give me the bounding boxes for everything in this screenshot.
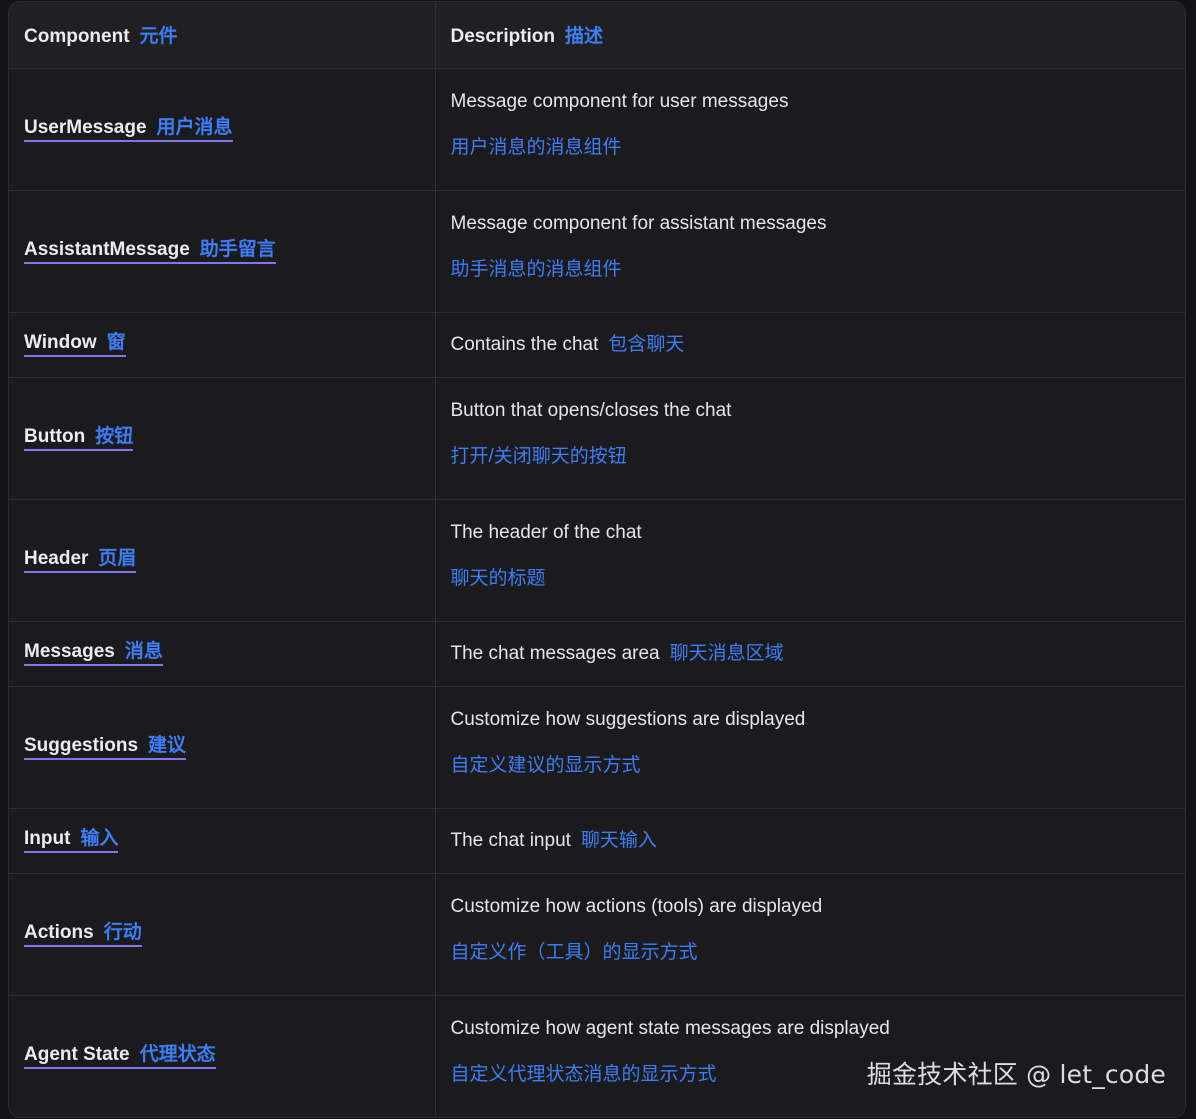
table-header-row: Component 元件 Description 描述 [9,2,1185,69]
component-link-assistantmessage[interactable]: AssistantMessage 助手留言 [24,239,276,264]
description-cell: Button that opens/closes the chat 打开/关闭聊… [434,377,1185,500]
component-name-zh: 窗 [106,332,126,353]
component-link-actions[interactable]: Actions 行动 [24,922,142,947]
description-text-zh: 聊天消息区域 [669,642,784,664]
components-table: Component 元件 Description 描述 UserMessage 用户消… [9,2,1185,1117]
component-name-zh: 建议 [148,734,187,756]
component-name: Window [24,332,97,353]
column-header-description-zh: 描述 [565,26,604,48]
component-name: UserMessage [24,116,147,138]
component-name: Agent State [24,1043,130,1065]
description-text-zh: 包含聊天 [608,333,685,355]
component-cell: Messages 消息 [9,621,435,687]
column-header-component-zh: 元件 [139,26,178,48]
table-row: Button 按钮 Button that opens/closes the ch… [9,377,1185,500]
description-cell: The chat input 聊天输入 [434,808,1185,874]
description-cell: Message component for assistant messages… [434,190,1185,313]
component-link-header[interactable]: Header 页眉 [24,547,137,573]
description-text: The chat input [450,829,571,851]
component-name-zh: 代理状态 [139,1043,216,1065]
component-name-zh: 按钮 [95,425,134,447]
description-text: Message component for assistant messages [450,212,827,234]
component-name-zh: 输入 [80,828,119,849]
table-row: Input 输入 The chat input 聊天输入 [9,808,1185,874]
table-row: Messages 消息 The chat messages area 聊天消息区域 [9,621,1185,687]
description-text: Button that opens/closes the chat [450,399,732,421]
table-row: Header 页眉 The header of the chat 聊天的标题 [9,499,1185,622]
description-text: The chat messages area [450,642,660,664]
description-text-zh: 打开/关闭聊天的按钮 [450,445,627,467]
component-cell: Actions 行动 [9,873,435,996]
component-name-zh: 助手留言 [199,238,276,260]
component-name: Header [24,547,89,569]
component-link-messages[interactable]: Messages 消息 [24,641,163,666]
description-text: Customize how suggestions are displayed [450,708,806,730]
component-link-window[interactable]: Window 窗 [24,332,126,357]
description-cell: Message component for user messages 用户消息… [434,68,1185,191]
component-link-input[interactable]: Input 输入 [24,828,119,853]
component-cell: UserMessage 用户消息 [9,68,435,191]
description-text-zh: 助手消息的消息组件 [450,258,622,280]
component-name: Button [24,425,86,447]
component-cell: Agent State 代理状态 [9,995,435,1117]
description-text-zh: 聊天输入 [580,829,657,851]
component-name: Messages [24,641,115,662]
watermark: 掘金技术社区 @ let_code [866,1060,1166,1089]
description-cell: Customize how actions (tools) are displa… [434,873,1185,996]
description-text-zh: 聊天的标题 [450,567,546,589]
component-link-suggestions[interactable]: Suggestions 建议 [24,734,187,760]
component-name-zh: 行动 [103,921,142,943]
description-text: Customize how agent state messages are d… [450,1017,890,1039]
component-name: Suggestions [24,734,139,756]
description-cell: The chat messages area 聊天消息区域 [434,621,1185,687]
column-header-component: Component 元件 [9,2,435,69]
description-text: Message component for user messages [450,90,789,112]
table-row: Suggestions 建议 Customize how suggestions … [9,686,1185,809]
description-text: Customize how actions (tools) are displa… [450,895,823,917]
description-text-zh: 自定义建议的显示方式 [450,754,641,776]
component-cell: Header 页眉 [9,499,435,622]
description-cell: Contains the chat 包含聊天 [434,312,1185,378]
component-name-zh: 消息 [124,641,163,662]
column-header-description: Description 描述 [434,2,1185,69]
components-table-container: Component 元件 Description 描述 UserMessage 用户消… [8,1,1186,1118]
table-row: UserMessage 用户消息 Message component for us… [9,68,1185,191]
component-cell: Window 窗 [9,312,435,378]
component-name-zh: 用户消息 [156,116,233,138]
component-link-usermessage[interactable]: UserMessage 用户消息 [24,117,233,142]
column-header-description-label: Description [450,26,556,48]
component-name: AssistantMessage [24,238,190,260]
description-cell: Customize how suggestions are displayed … [434,686,1185,809]
component-name: Input [24,828,71,849]
table-row: AssistantMessage 助手留言 Message component f… [9,190,1185,313]
column-header-component-label: Component [24,26,130,48]
description-text: Contains the chat [450,333,599,355]
description-text: The header of the chat [450,521,642,543]
table-row: Actions 行动 Customize how actions (tools) … [9,873,1185,996]
component-link-agent-state[interactable]: Agent State 代理状态 [24,1044,216,1069]
description-cell: The header of the chat 聊天的标题 [434,499,1185,622]
component-name-zh: 页眉 [98,547,137,569]
component-link-button[interactable]: Button 按钮 [24,425,134,451]
component-name: Actions [24,921,94,943]
component-cell: Button 按钮 [9,377,435,500]
description-text-zh: 自定义作（工具）的显示方式 [450,941,698,963]
table-row: Window 窗 Contains the chat 包含聊天 [9,312,1185,378]
component-cell: Input 输入 [9,808,435,874]
component-cell: AssistantMessage 助手留言 [9,190,435,313]
description-text-zh: 用户消息的消息组件 [450,136,622,158]
component-cell: Suggestions 建议 [9,686,435,809]
